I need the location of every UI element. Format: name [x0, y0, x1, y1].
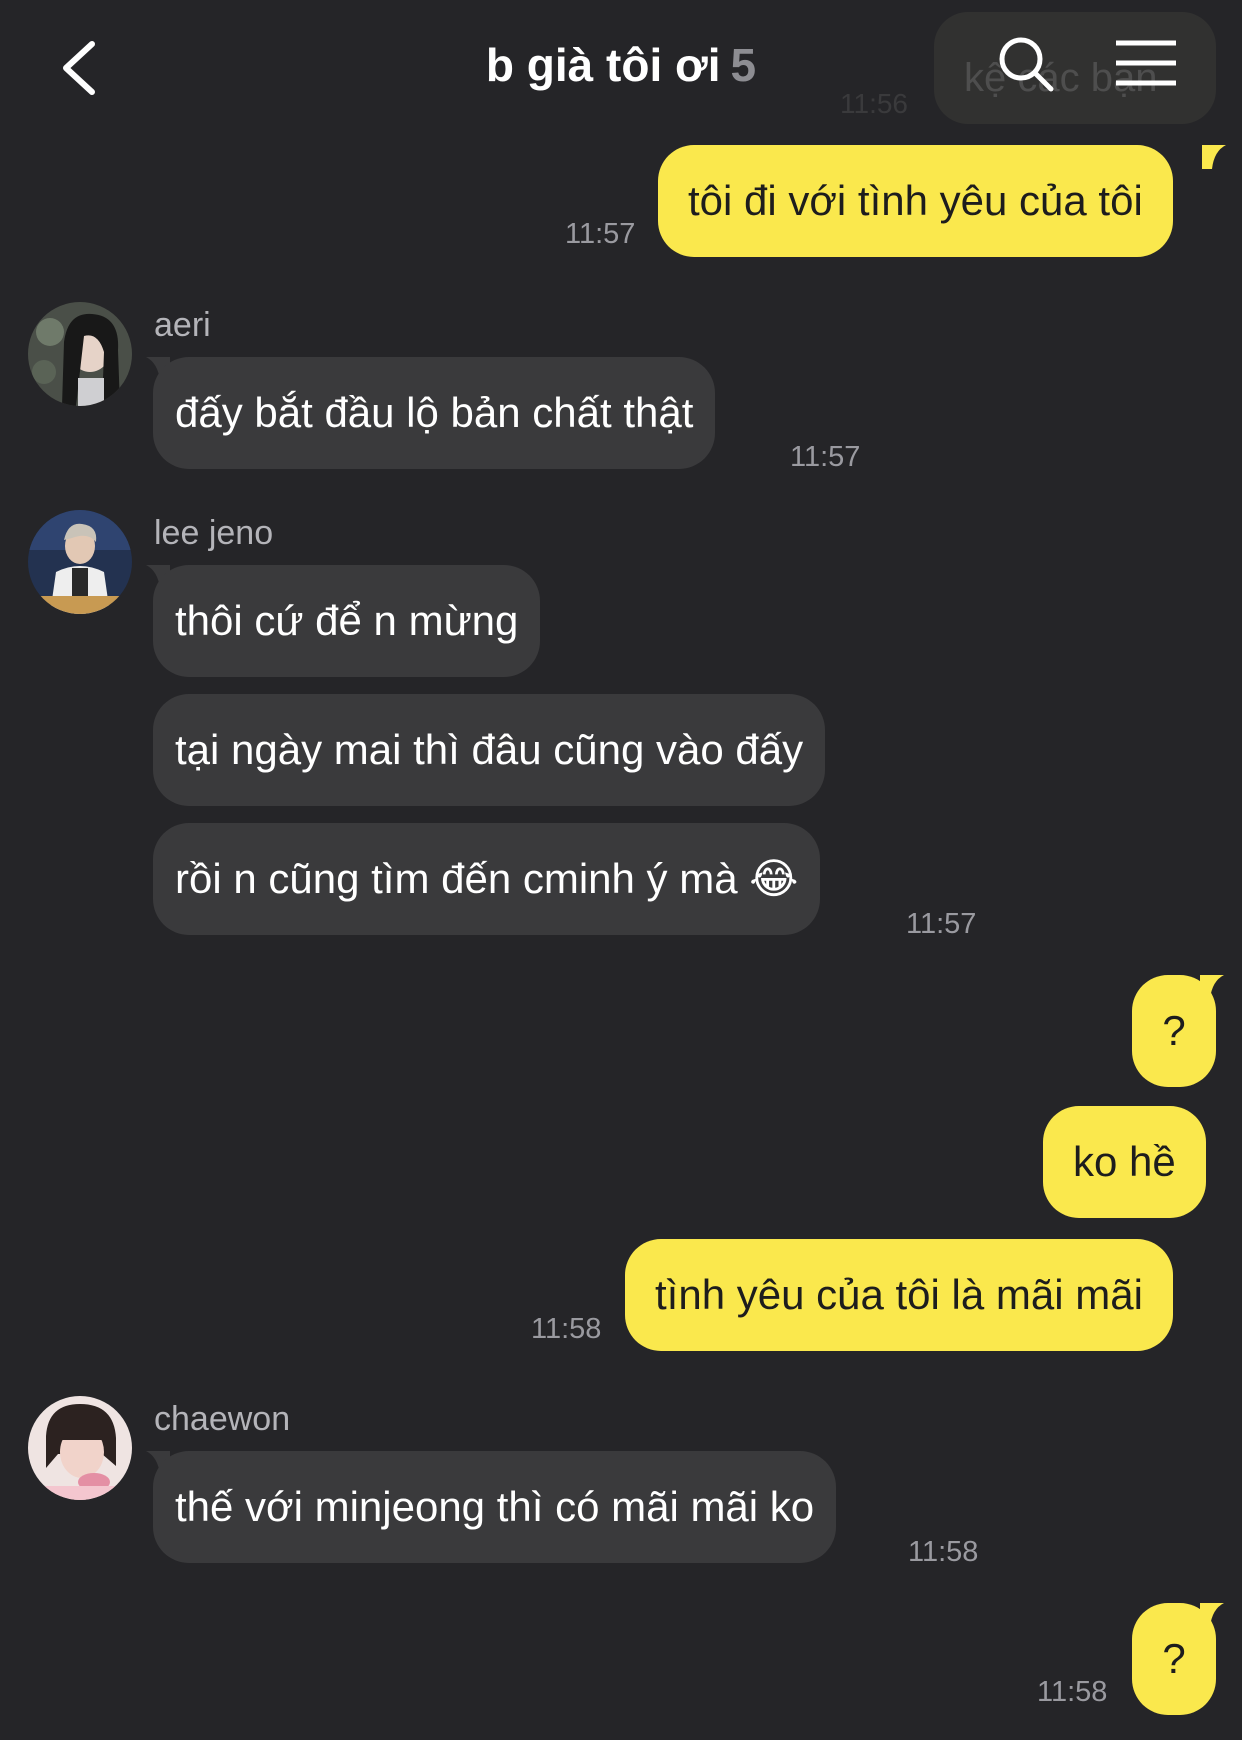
- bubble-tail: [1202, 145, 1226, 169]
- message-time: 11:58: [1037, 1676, 1108, 1708]
- bubble-tail: [1200, 1603, 1224, 1627]
- message-time: 11:57: [906, 908, 977, 940]
- avatar-aeri-image: [28, 302, 132, 406]
- sender-name: lee jeno: [154, 514, 274, 552]
- my-message-bubble[interactable]: ko hề: [1043, 1106, 1206, 1218]
- their-message-bubble[interactable]: thế với minjeong thì có mãi mãi ko: [153, 1451, 837, 1563]
- my-message-bubble[interactable]: tình yêu của tôi là mãi mãi: [625, 1239, 1173, 1351]
- sender-name: chaewon: [154, 1400, 291, 1438]
- avatar-lee-jeno[interactable]: [28, 510, 132, 614]
- avatar-chaewon-image: [28, 1396, 132, 1500]
- avatar-lee-jeno-image: [28, 510, 132, 614]
- search-icon[interactable]: [996, 34, 1056, 94]
- their-message-bubble[interactable]: đấy bắt đầu lộ bản chất thật: [153, 357, 716, 469]
- message-time: 11:57: [790, 441, 861, 473]
- avatar-aeri[interactable]: [28, 302, 132, 406]
- message-time: 11:58: [531, 1313, 602, 1345]
- sender-name: aeri: [154, 306, 211, 344]
- member-count: 5: [730, 39, 757, 91]
- avatar-chaewon[interactable]: [28, 1396, 132, 1500]
- menu-icon[interactable]: [1114, 38, 1178, 88]
- their-message-bubble[interactable]: tại ngày mai thì đâu cũng vào đấy: [153, 694, 826, 806]
- message-time: 11:58: [908, 1536, 979, 1568]
- faded-message-time: 11:56: [840, 88, 908, 119]
- bubble-tail: [1200, 975, 1224, 999]
- chat-title-text: b già tôi ơi: [485, 39, 721, 91]
- their-message-bubble[interactable]: rồi n cũng tìm đến cminh ý mà 😂: [153, 823, 821, 935]
- my-message-bubble[interactable]: tôi đi với tình yêu của tôi: [658, 145, 1173, 257]
- chat-header: kệ các bạn 11:56 b già tôi ơi 5: [0, 0, 1242, 130]
- their-message-bubble[interactable]: thôi cứ để n mừng: [153, 565, 541, 677]
- message-time: 11:57: [565, 218, 636, 250]
